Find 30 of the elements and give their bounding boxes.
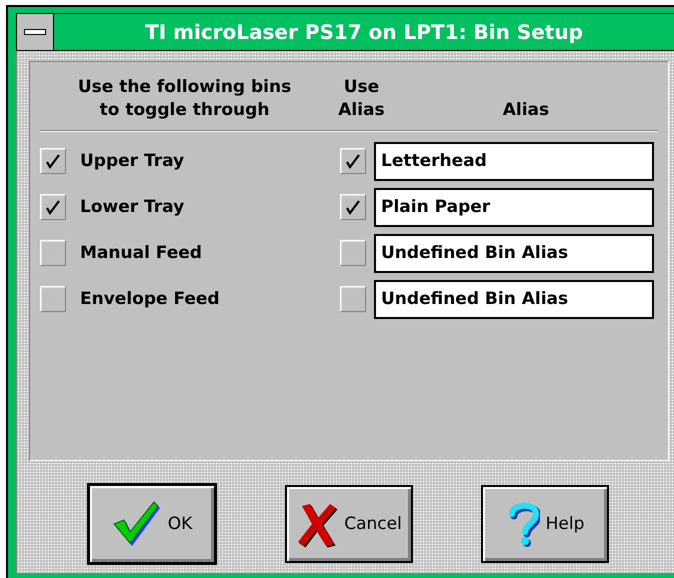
checkbox[interactable]: [40, 148, 66, 174]
dash-icon: [24, 29, 46, 35]
checkbox[interactable]: [340, 148, 366, 174]
checkbox[interactable]: [40, 240, 66, 266]
bin-label: Upper Tray: [80, 151, 186, 171]
checkbox[interactable]: [340, 194, 366, 220]
alias-field[interactable]: Undefined Bin Alias: [374, 280, 654, 318]
alias-field[interactable]: Undefined Bin Alias: [374, 234, 654, 272]
bin-label: Manual Feed: [80, 243, 203, 263]
check-icon: [345, 153, 361, 169]
ok-button[interactable]: OK: [87, 483, 217, 565]
window-title: TI microLaser PS17 on LPT1: Bin Setup: [144, 19, 584, 46]
system-menu-button[interactable]: [17, 14, 54, 50]
checkbox[interactable]: [340, 240, 366, 266]
alias-field[interactable]: Plain Paper: [374, 188, 654, 226]
check-icon: [45, 153, 61, 169]
use-alias-heading: Use Alias: [337, 76, 386, 122]
checkmark-icon: [112, 500, 162, 548]
alias-field[interactable]: Letterhead: [374, 142, 654, 180]
bin-label: Lower Tray: [80, 197, 186, 217]
checkbox[interactable]: [40, 286, 66, 312]
bins-heading: Use the following bins to toggle through: [76, 76, 292, 122]
check-icon: [45, 199, 61, 215]
check-icon: [345, 199, 361, 215]
help-button[interactable]: Help: [481, 485, 609, 563]
checkbox[interactable]: [340, 286, 366, 312]
alias-heading: Alias: [502, 99, 550, 122]
checkbox[interactable]: [40, 194, 66, 220]
bin-label: Envelope Feed: [80, 289, 221, 309]
cancel-button[interactable]: Cancel: [285, 485, 413, 563]
